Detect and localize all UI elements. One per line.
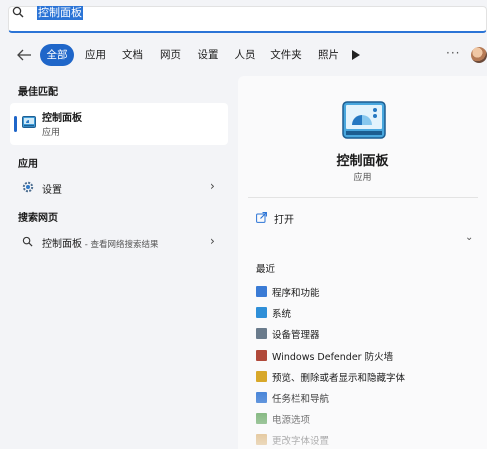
more-filters-icon[interactable]	[352, 50, 360, 60]
back-arrow-icon[interactable]	[16, 48, 32, 62]
font-settings-icon	[256, 434, 267, 445]
web-query: 控制面板	[42, 239, 82, 250]
device-manager-icon	[256, 328, 267, 339]
search-web-icon	[22, 236, 33, 247]
filter-documents[interactable]: 文档	[117, 44, 148, 66]
avatar[interactable]	[471, 47, 487, 63]
control-panel-icon	[22, 116, 36, 128]
control-panel-large-icon	[342, 101, 386, 139]
filter-all[interactable]: 全部	[40, 44, 74, 66]
app-settings[interactable]: 设置	[42, 181, 62, 196]
chevron-right-icon[interactable]: ›	[210, 179, 215, 193]
recent-heading: 最近	[256, 264, 276, 275]
preview-subtitle: 应用	[353, 173, 372, 183]
power-icon	[256, 413, 267, 424]
programs-icon	[256, 286, 267, 297]
filter-web[interactable]: 网页	[154, 44, 187, 66]
system-icon	[256, 307, 267, 318]
chevron-down-icon[interactable]: ⌄	[465, 232, 473, 243]
recent-item[interactable]: 程序和功能	[272, 285, 320, 299]
open-button[interactable]: 打开	[274, 211, 294, 226]
recent-item[interactable]: 更改字体设置	[272, 433, 329, 447]
recent-item[interactable]: Windows Defender 防火墙	[272, 349, 393, 363]
settings-gear-icon	[22, 181, 34, 193]
divider	[248, 197, 478, 198]
search-input[interactable]: 控制面板	[37, 6, 83, 20]
web-suffix: - 查看网络搜索结果	[82, 240, 159, 250]
web-search-result[interactable]: 控制面板 - 查看网络搜索结果	[42, 235, 158, 250]
recent-item[interactable]: 系统	[272, 306, 291, 320]
apps-heading: 应用	[18, 159, 38, 170]
recent-item[interactable]: 电源选项	[272, 412, 310, 426]
best-match-subtitle: 应用	[42, 128, 61, 138]
best-match-heading: 最佳匹配	[18, 87, 58, 98]
web-search-heading: 搜索网页	[18, 213, 58, 224]
fonts-icon	[256, 371, 267, 382]
preview-title: 控制面板	[336, 154, 389, 169]
search-icon	[12, 6, 24, 18]
best-match-title: 控制面板	[42, 113, 82, 124]
filter-photos[interactable]: 照片	[312, 44, 345, 66]
selection-indicator	[14, 116, 17, 132]
filter-folders[interactable]: 文件夹	[265, 44, 307, 66]
firewall-icon	[256, 350, 267, 361]
filter-apps[interactable]: 应用	[80, 44, 111, 66]
recent-item[interactable]: 设备管理器	[272, 327, 320, 341]
filter-people[interactable]: 人员	[229, 44, 261, 66]
taskbar-icon	[256, 392, 267, 403]
more-options-button[interactable]: ···	[446, 46, 460, 60]
recent-item[interactable]: 任务栏和导航	[272, 391, 329, 405]
filter-settings[interactable]: 设置	[192, 44, 224, 66]
recent-item[interactable]: 预览、删除或者显示和隐藏字体	[272, 370, 405, 384]
chevron-right-icon[interactable]: ›	[210, 234, 215, 248]
open-icon	[256, 212, 267, 223]
